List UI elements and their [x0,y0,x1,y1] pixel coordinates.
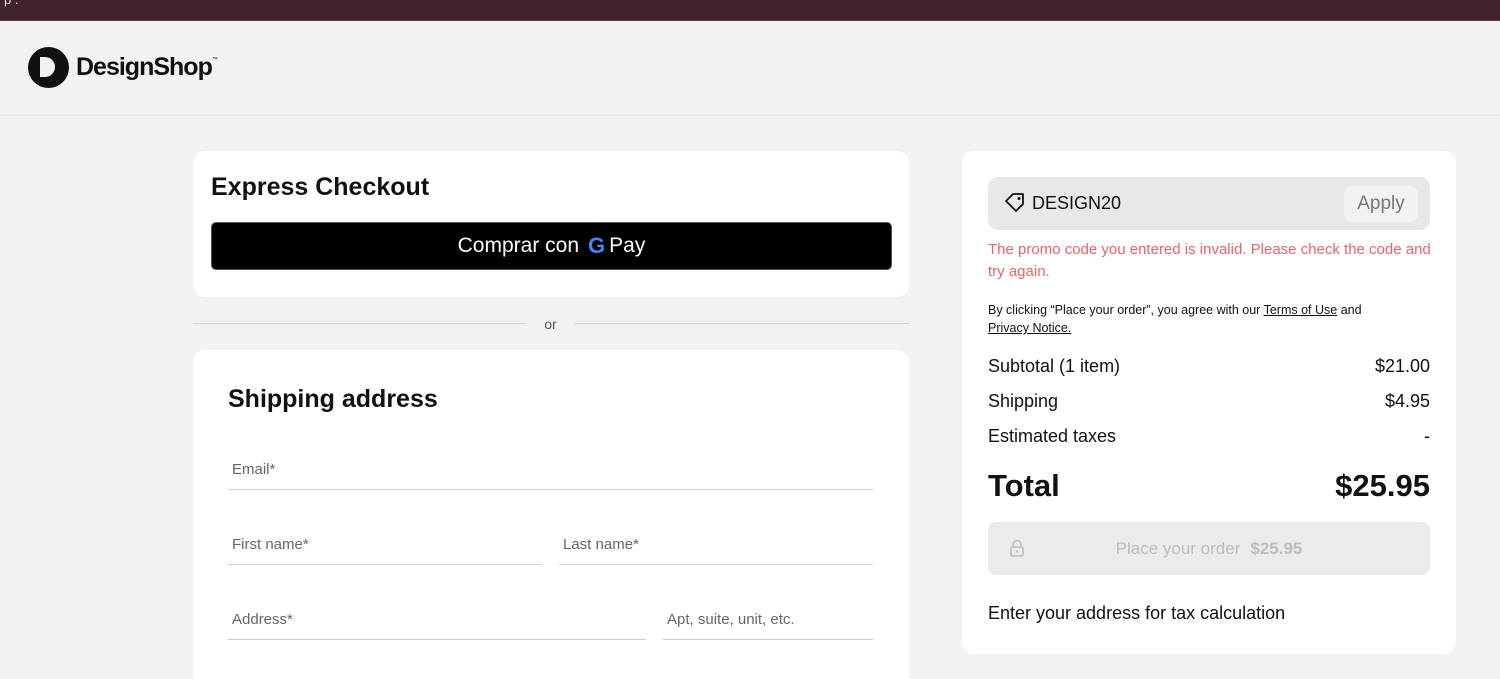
address-field-wrapper [228,600,646,640]
email-field[interactable] [228,450,873,489]
apply-promo-button[interactable]: Apply [1344,186,1418,222]
place-order-amount: $25.95 [1250,538,1303,558]
last-name-field[interactable] [559,525,873,564]
terms-and: and [1340,303,1362,317]
shipping-row: Shipping $4.95 [988,391,1430,412]
privacy-notice-link[interactable]: Privacy Notice. [988,321,1071,335]
order-summary-card: DESIGN20 Apply The promo code you entere… [962,151,1456,654]
promo-error-message: The promo code you entered is invalid. P… [988,241,1431,280]
total-label: Total [988,468,1060,503]
address-field[interactable] [228,600,646,639]
subtotal-value: $21.00 [1374,356,1430,376]
promo-code-box: DESIGN20 Apply [988,177,1430,230]
first-name-field[interactable] [228,525,542,564]
first-name-field-wrapper [228,525,542,565]
brand-name: DesignShop™ [76,53,218,81]
terms-notice: By clicking “Place your order”, you agre… [988,301,1438,337]
place-order-label: Place your order [1115,538,1241,558]
terms-of-use-link[interactable]: Terms of Use [1264,303,1338,317]
apt-field[interactable] [663,600,873,639]
taxes-value: - [1424,426,1430,446]
logo-mark-icon [28,47,69,88]
tax-calculation-note: Enter your address for tax calculation [988,603,1286,623]
shipping-address-title: Shipping address [228,385,438,413]
site-header: DesignShop™ [0,21,1500,116]
apt-field-wrapper [663,600,873,640]
or-divider-label: or [526,314,575,334]
google-pay-brand: Pay [609,234,646,257]
place-order-button[interactable]: Place your order $25.95 [988,522,1430,575]
subtotal-row: Subtotal (1 item) $21.00 [988,356,1430,377]
shipping-value: $4.95 [1384,391,1430,411]
promo-code-value[interactable]: DESIGN20 [1032,193,1121,214]
terms-prefix: By clicking “Place your order”, you agre… [988,303,1261,317]
brand-logo[interactable]: DesignShop™ [28,47,218,88]
total-value: $25.95 [1335,468,1430,503]
shipping-address-card: Shipping address [193,350,909,679]
total-row: Total $25.95 [988,468,1430,504]
tag-icon [1004,193,1026,218]
express-checkout-title: Express Checkout [211,173,430,201]
subtotal-label: Subtotal (1 item) [988,356,1121,376]
top-bar: p . [0,0,1500,21]
google-g-icon: G [588,233,606,258]
shipping-label: Shipping [988,391,1059,411]
lock-icon [1009,539,1025,562]
express-checkout-card: Express Checkout Comprar con G Pay [193,151,909,297]
top-bar-text: p . [4,0,18,7]
google-pay-button[interactable]: Comprar con G Pay [211,222,892,270]
taxes-label: Estimated taxes [988,426,1117,446]
google-pay-label: Comprar con [457,234,580,257]
last-name-field-wrapper [559,525,873,565]
email-field-wrapper [228,450,873,490]
taxes-row: Estimated taxes - [988,426,1430,447]
